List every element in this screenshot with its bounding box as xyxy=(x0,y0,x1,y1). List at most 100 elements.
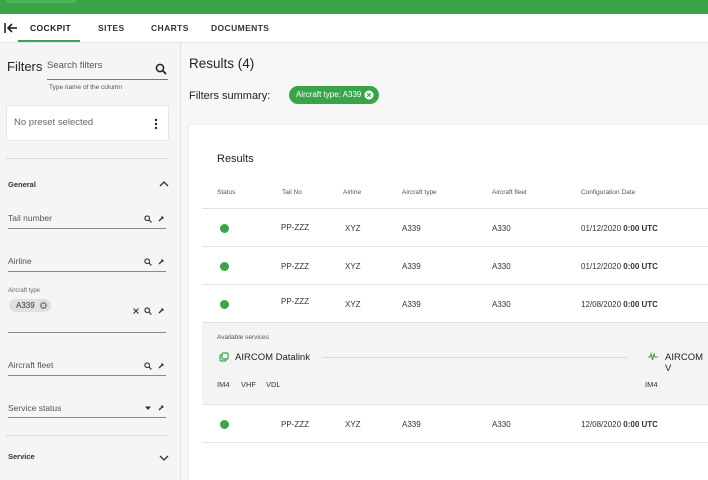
active-tab-indicator xyxy=(18,40,80,42)
column-header-tail-no[interactable]: Tail No xyxy=(282,189,302,196)
airline-cell: XYZ xyxy=(345,420,361,429)
datalink-icon xyxy=(219,352,229,362)
config-date-cell: 12/08/2020 0:00 UTC xyxy=(581,420,658,429)
service-name: AIRCOM V xyxy=(665,352,703,374)
section-divider xyxy=(6,158,169,159)
service-divider xyxy=(322,357,627,358)
results-card-title: Results xyxy=(217,153,254,165)
remove-chip-icon[interactable] xyxy=(39,302,47,309)
section-general-title[interactable]: General xyxy=(8,180,36,189)
aircraft-fleet-cell: A330 xyxy=(492,262,511,271)
config-date-cell: 12/08/2020 0:00 UTC xyxy=(581,300,658,309)
status-indicator xyxy=(220,262,229,271)
tail-cell: PP-ZZZ xyxy=(281,420,309,429)
pin-icon[interactable] xyxy=(157,362,165,370)
available-services-panel: Available services AIRCOM Datalink IM4 V… xyxy=(202,322,708,405)
column-header-configuration-date[interactable]: Configuration Date xyxy=(581,189,635,196)
dropdown-arrow-icon[interactable] xyxy=(144,404,152,412)
results-card: Results Status Tail No Airline Aircraft … xyxy=(189,125,708,480)
status-indicator xyxy=(220,420,229,429)
tail-cell: PP-ZZZ xyxy=(281,262,309,271)
service-sub-item: IM4 xyxy=(645,380,658,389)
airline-label[interactable]: Airline xyxy=(8,256,32,266)
status-indicator xyxy=(220,224,229,233)
aircraft-type-field[interactable] xyxy=(8,332,166,333)
search-icon[interactable] xyxy=(144,215,152,223)
search-icon[interactable] xyxy=(144,307,152,315)
table-row[interactable]: PP-ZZZ XYZ A339 A330 01/12/2020 0:00 UTC xyxy=(202,209,708,247)
filter-summary-chip-label: Aircraft type: A339 xyxy=(296,90,362,99)
filters-summary-label: Filters summary: xyxy=(189,90,271,102)
aircraft-type-cell: A339 xyxy=(402,224,421,233)
tab-charts[interactable]: CHARTS xyxy=(151,23,189,33)
signal-wave-icon xyxy=(648,352,658,361)
tab-cockpit[interactable]: COCKPIT xyxy=(30,23,71,33)
main-tabs: COCKPIT SITES CHARTS DOCUMENTS xyxy=(0,14,708,43)
aircraft-fleet-cell: A330 xyxy=(492,420,511,429)
search-icon[interactable] xyxy=(144,258,152,266)
column-header-aircraft-type[interactable]: Aircraft type xyxy=(402,189,437,196)
tail-number-field[interactable] xyxy=(8,228,166,229)
filter-summary-chip[interactable]: Aircraft type: A339 xyxy=(289,86,380,104)
column-header-airline[interactable]: Airline xyxy=(343,189,361,196)
aircraft-fleet-cell: A330 xyxy=(492,224,511,233)
table-row[interactable]: PP-ZZZ XYZ A339 A330 12/08/2020 0:00 UTC xyxy=(202,285,708,323)
airline-field[interactable] xyxy=(8,271,166,272)
table-row[interactable]: PP-ZZZ XYZ A339 A330 01/12/2020 0:00 UTC xyxy=(202,247,708,285)
preset-selector[interactable]: No preset selected xyxy=(6,105,169,141)
search-icon[interactable] xyxy=(144,362,152,370)
aircraft-type-cell: A339 xyxy=(402,300,421,309)
aircraft-fleet-field[interactable] xyxy=(8,375,166,376)
search-hint: Type name of the column xyxy=(49,84,122,91)
aircraft-fleet-cell: A330 xyxy=(492,300,511,309)
service-sub-item: VDL xyxy=(266,380,281,389)
aircraft-type-chip[interactable]: A339 xyxy=(9,299,51,312)
table-row[interactable]: PP-ZZZ XYZ A339 A330 12/08/2020 0:00 UTC xyxy=(202,405,708,443)
service-name: AIRCOM Datalink xyxy=(235,352,310,363)
pin-icon[interactable] xyxy=(157,404,165,412)
aircraft-type-cell: A339 xyxy=(402,262,421,271)
aircraft-type-label: Aircraft type xyxy=(8,288,41,294)
app-logo xyxy=(6,0,76,3)
aircraft-fleet-label[interactable]: Aircraft fleet xyxy=(8,360,53,370)
config-date-cell: 01/12/2020 0:00 UTC xyxy=(581,262,658,271)
aircraft-type-cell: A339 xyxy=(402,420,421,429)
airline-cell: XYZ xyxy=(345,300,361,309)
remove-filter-icon[interactable] xyxy=(364,90,374,100)
app-header-bar xyxy=(0,0,708,14)
service-sub-item: IM4 xyxy=(217,380,230,389)
config-date-cell: 01/12/2020 0:00 UTC xyxy=(581,224,658,233)
main-content: Results (4) Filters summary: Aircraft ty… xyxy=(181,43,708,480)
tail-cell: PP-ZZZ xyxy=(281,297,309,306)
preset-text: No preset selected xyxy=(14,117,94,128)
more-options-icon[interactable] xyxy=(154,118,158,130)
collapse-menu-icon[interactable] xyxy=(4,22,18,34)
tab-documents[interactable]: DOCUMENTS xyxy=(211,23,269,33)
pin-icon[interactable] xyxy=(157,215,165,223)
tab-sites[interactable]: SITES xyxy=(98,23,125,33)
pin-icon[interactable] xyxy=(157,258,165,266)
search-icon[interactable] xyxy=(155,63,167,75)
search-filters-input[interactable] xyxy=(47,55,155,75)
filters-sidebar: Filters Type name of the column No prese… xyxy=(0,43,181,480)
airline-cell: XYZ xyxy=(345,262,361,271)
chevron-down-icon[interactable] xyxy=(159,455,169,462)
service-status-label[interactable]: Service status xyxy=(8,403,61,413)
pin-icon[interactable] xyxy=(157,307,165,315)
tail-cell: PP-ZZZ xyxy=(281,223,309,232)
column-header-status[interactable]: Status xyxy=(217,189,235,196)
section-service-title[interactable]: Service xyxy=(8,452,35,461)
section-divider xyxy=(6,435,169,436)
results-title: Results (4) xyxy=(189,56,255,71)
column-header-aircraft-fleet[interactable]: Aircraft fleet xyxy=(492,189,527,196)
status-indicator xyxy=(220,300,229,309)
filters-title: Filters xyxy=(7,59,43,74)
chevron-up-icon[interactable] xyxy=(159,180,169,187)
tail-number-label[interactable]: Tail number xyxy=(8,213,52,223)
airline-cell: XYZ xyxy=(345,224,361,233)
clear-icon[interactable] xyxy=(132,307,140,315)
aircraft-type-chip-label: A339 xyxy=(16,301,35,310)
service-sub-item: VHF xyxy=(241,380,256,389)
search-underline xyxy=(47,79,168,80)
service-status-field[interactable] xyxy=(8,417,166,418)
